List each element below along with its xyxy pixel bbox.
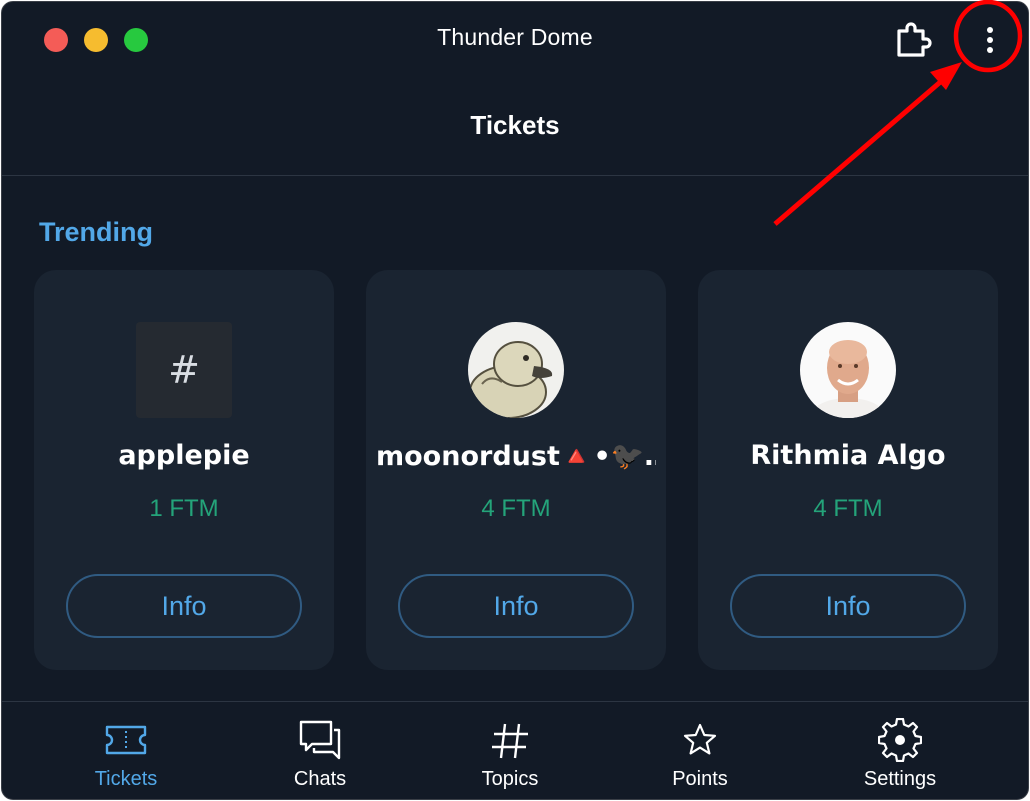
hash-avatar: #: [136, 322, 232, 418]
info-button[interactable]: Info: [398, 574, 634, 638]
ticket-name: Rithmia Algo: [750, 440, 946, 471]
nav-label: Points: [672, 768, 728, 790]
ticket-price: 1 FTM: [149, 495, 219, 522]
nav-label: Topics: [481, 768, 539, 790]
app-window: Thunder Dome Tickets Trending # applepie…: [1, 1, 1029, 800]
ticket-price: 4 FTM: [481, 495, 551, 522]
vertical-dots-icon: [987, 27, 993, 53]
hash-icon: #: [136, 322, 232, 418]
page-title: Tickets: [470, 110, 560, 140]
ticket-card: Rithmia Algo 4 FTM Info: [698, 270, 998, 670]
bottom-nav: Tickets Chats Topics Points Settings: [2, 702, 1028, 799]
nav-label: Tickets: [94, 768, 158, 790]
star-icon: [683, 723, 717, 755]
ticket-name: moonordust🔺•🐦‍⬛…: [376, 441, 656, 472]
extension-button[interactable]: [892, 20, 932, 60]
person-avatar: [800, 322, 896, 418]
nav-item-tickets[interactable]: Tickets: [46, 702, 206, 799]
nav-item-topics[interactable]: Topics: [430, 702, 590, 799]
gear-icon: [878, 718, 922, 762]
ticket-price: 4 FTM: [813, 495, 883, 522]
title-bar: Thunder Dome: [2, 2, 1028, 76]
section-title-trending: Trending: [39, 217, 153, 247]
nav-label: Settings: [863, 768, 937, 790]
puzzle-icon: [897, 22, 932, 57]
nav-item-settings[interactable]: Settings: [820, 702, 980, 799]
ticket-card: moonordust🔺•🐦‍⬛… 4 FTM Info: [366, 270, 666, 670]
nav-item-points[interactable]: Points: [620, 702, 780, 799]
info-button[interactable]: Info: [66, 574, 302, 638]
duck-image: [468, 322, 564, 418]
ticket-name: applepie: [118, 440, 250, 471]
duck-avatar: [468, 322, 564, 418]
ticket-icon: [105, 725, 147, 755]
ticket-card: # applepie 1 FTM Info: [34, 270, 334, 670]
nav-label: Chats: [293, 768, 347, 790]
chats-icon: [299, 720, 341, 760]
info-button[interactable]: Info: [730, 574, 966, 638]
nav-item-chats[interactable]: Chats: [240, 702, 400, 799]
more-options-button[interactable]: [970, 20, 1010, 60]
person-image: [800, 322, 896, 418]
window-title: Thunder Dome: [437, 24, 593, 50]
header-divider: [2, 175, 1028, 176]
hash-icon: [492, 723, 528, 759]
